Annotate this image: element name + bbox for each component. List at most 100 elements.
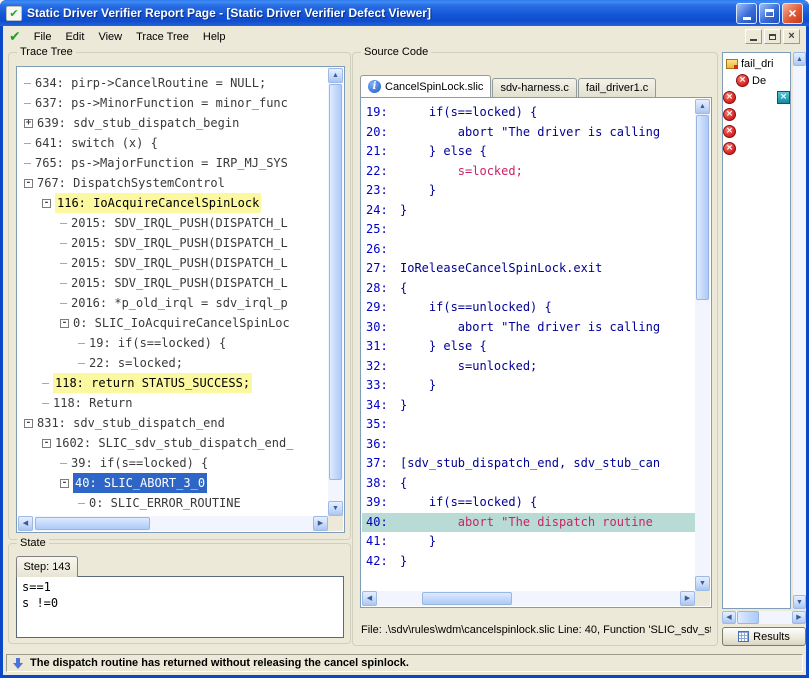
defect-item[interactable]: fail_dri	[723, 55, 790, 72]
source-line[interactable]: 40: abort "The dispatch routine	[362, 513, 695, 533]
trace-tree-item[interactable]: 19: if(s==locked) {	[18, 333, 328, 353]
trace-tree-item[interactable]: 641: switch (x) {	[18, 133, 328, 153]
scroll-left-icon[interactable]: ◀	[362, 591, 377, 606]
source-line[interactable]: 28:{	[362, 279, 695, 299]
menu-item-edit[interactable]: Edit	[58, 28, 91, 46]
scroll-left-icon[interactable]: ◀	[722, 611, 736, 624]
trace-tree-item[interactable]: 0: SLIC_ERROR_ROUTINE	[18, 493, 328, 513]
trace-tree-item[interactable]: 39: if(s==locked) {	[18, 453, 328, 473]
scroll-thumb[interactable]	[329, 84, 342, 480]
minus-expander-icon[interactable]: -	[60, 319, 69, 328]
source-line[interactable]: 35:	[362, 415, 695, 435]
source-line[interactable]: 24:}	[362, 201, 695, 221]
source-line[interactable]: 25:	[362, 220, 695, 240]
trace-tree-item[interactable]: -40: SLIC_ABORT_3_0	[18, 473, 328, 493]
trace-tree-item[interactable]: 634: pirp->CancelRoutine = NULL;	[18, 73, 328, 93]
trace-tree-item[interactable]: 2015: SDV_IRQL_PUSH(DISPATCH_L	[18, 273, 328, 293]
defect-item[interactable]: ×	[723, 140, 790, 157]
minus-expander-icon[interactable]: -	[42, 439, 51, 448]
menu-item-trace-tree[interactable]: Trace Tree	[129, 28, 196, 46]
trace-tree-item[interactable]: 2015: SDV_IRQL_PUSH(DISPATCH_L	[18, 253, 328, 273]
scroll-up-icon[interactable]: ▲	[328, 68, 343, 83]
title-bar[interactable]: ✔ Static Driver Verifier Report Page - […	[0, 0, 809, 26]
source-line[interactable]: 39: if(s==locked) {	[362, 493, 695, 513]
trace-tree-item[interactable]: 2015: SDV_IRQL_PUSH(DISPATCH_L	[18, 213, 328, 233]
trace-tree-item[interactable]: 637: ps->MinorFunction = minor_func	[18, 93, 328, 113]
scroll-thumb[interactable]	[422, 592, 512, 605]
close-button[interactable]: ×	[782, 3, 803, 24]
source-line[interactable]: 29: if(s==unlocked) {	[362, 298, 695, 318]
trace-tree-item[interactable]: 22: s=locked;	[18, 353, 328, 373]
trace-tree-item[interactable]: 118: Return	[18, 393, 328, 413]
source-line[interactable]: 41: }	[362, 532, 695, 552]
mdi-close-button[interactable]: ×	[783, 29, 800, 44]
scroll-left-icon[interactable]: ◀	[18, 516, 33, 531]
minus-expander-icon[interactable]: -	[42, 199, 51, 208]
defects-panel[interactable]: fail_dri×De×××××	[722, 52, 791, 609]
source-line[interactable]: 27:IoReleaseCancelSpinLock.exit	[362, 259, 695, 279]
source-line[interactable]: 19: if(s==locked) {	[362, 103, 695, 123]
source-line[interactable]: 22: s=locked;	[362, 162, 695, 182]
source-line[interactable]: 38:{	[362, 474, 695, 494]
source-line[interactable]: 42:}	[362, 552, 695, 572]
source-tab-cancelspinlock-slic[interactable]: iCancelSpinLock.slic	[360, 75, 491, 97]
menu-item-file[interactable]: File	[27, 28, 59, 46]
scroll-thumb[interactable]	[696, 115, 709, 300]
defect-item[interactable]: ×	[723, 123, 790, 140]
scroll-right-icon[interactable]: ▶	[680, 591, 695, 606]
minus-expander-icon[interactable]: -	[24, 179, 33, 188]
source-line[interactable]: 20: abort "The driver is calling	[362, 123, 695, 143]
source-line[interactable]: 32: s=unlocked;	[362, 357, 695, 377]
maximize-button[interactable]	[759, 3, 780, 24]
source-vertical-scrollbar[interactable]: ▲ ▼	[695, 99, 710, 591]
trace-tree-view[interactable]: 634: pirp->CancelRoutine = NULL;637: ps-…	[16, 66, 345, 533]
trace-tree-item[interactable]: -1602: SLIC_sdv_stub_dispatch_end_	[18, 433, 328, 453]
scroll-right-icon[interactable]: ▶	[792, 611, 806, 624]
trace-tree-item[interactable]: 765: ps->MajorFunction = IRP_MJ_SYS	[18, 153, 328, 173]
scroll-up-icon[interactable]: ▲	[793, 52, 806, 66]
source-line[interactable]: 23: }	[362, 181, 695, 201]
defects-vertical-scrollbar[interactable]: ▲ ▼	[793, 52, 806, 609]
scroll-thumb[interactable]	[35, 517, 150, 530]
defect-item[interactable]: ×De	[723, 72, 790, 89]
scroll-right-icon[interactable]: ▶	[313, 516, 328, 531]
source-tab-sdv-harness-c[interactable]: sdv-harness.c	[492, 78, 576, 97]
source-line[interactable]: 33: }	[362, 376, 695, 396]
trace-tree-item[interactable]: -116: IoAcquireCancelSpinLock	[18, 193, 328, 213]
scroll-thumb[interactable]	[737, 611, 759, 624]
scroll-down-icon[interactable]: ▼	[695, 576, 710, 591]
source-line[interactable]: 31: } else {	[362, 337, 695, 357]
trace-tree-item[interactable]: -831: sdv_stub_dispatch_end	[18, 413, 328, 433]
results-button[interactable]: Results	[722, 627, 806, 646]
source-line[interactable]: 37:[sdv_stub_dispatch_end, sdv_stub_can	[362, 454, 695, 474]
source-code-view[interactable]: 19: if(s==locked) {20: abort "The driver…	[360, 97, 712, 608]
source-line[interactable]: 30: abort "The driver is calling	[362, 318, 695, 338]
scroll-down-icon[interactable]: ▼	[328, 501, 343, 516]
state-step-tab[interactable]: Step: 143	[16, 556, 78, 577]
trace-tree-item[interactable]: -0: SLIC_IoAcquireCancelSpinLoc	[18, 313, 328, 333]
mdi-minimize-button[interactable]	[745, 29, 762, 44]
menu-item-view[interactable]: View	[91, 28, 129, 46]
source-line[interactable]: 34:}	[362, 396, 695, 416]
mdi-restore-button[interactable]	[764, 29, 781, 44]
trace-tree-horizontal-scrollbar[interactable]: ◀ ▶	[18, 516, 328, 531]
source-line[interactable]: 26:	[362, 240, 695, 260]
defects-horizontal-scrollbar[interactable]: ◀ ▶	[722, 611, 806, 624]
plus-expander-icon[interactable]: +	[24, 119, 33, 128]
trace-tree-item[interactable]: +639: sdv_stub_dispatch_begin	[18, 113, 328, 133]
defect-item[interactable]: ×	[723, 106, 790, 123]
minimize-button[interactable]	[736, 3, 757, 24]
source-tab-fail-driver1-c[interactable]: fail_driver1.c	[578, 78, 656, 97]
trace-tree-item[interactable]: 118: return STATUS_SUCCESS;	[18, 373, 328, 393]
source-line[interactable]: 36:	[362, 435, 695, 455]
minus-expander-icon[interactable]: -	[60, 479, 69, 488]
scroll-up-icon[interactable]: ▲	[695, 99, 710, 114]
scroll-down-icon[interactable]: ▼	[793, 595, 806, 609]
menu-item-help[interactable]: Help	[196, 28, 233, 46]
source-horizontal-scrollbar[interactable]: ◀ ▶	[362, 591, 695, 606]
minus-expander-icon[interactable]: -	[24, 419, 33, 428]
trace-tree-item[interactable]: 2016: *p_old_irql = sdv_irql_p	[18, 293, 328, 313]
defect-item[interactable]: ××	[723, 89, 790, 106]
source-line[interactable]: 21: } else {	[362, 142, 695, 162]
trace-tree-item[interactable]: 2015: SDV_IRQL_PUSH(DISPATCH_L	[18, 233, 328, 253]
